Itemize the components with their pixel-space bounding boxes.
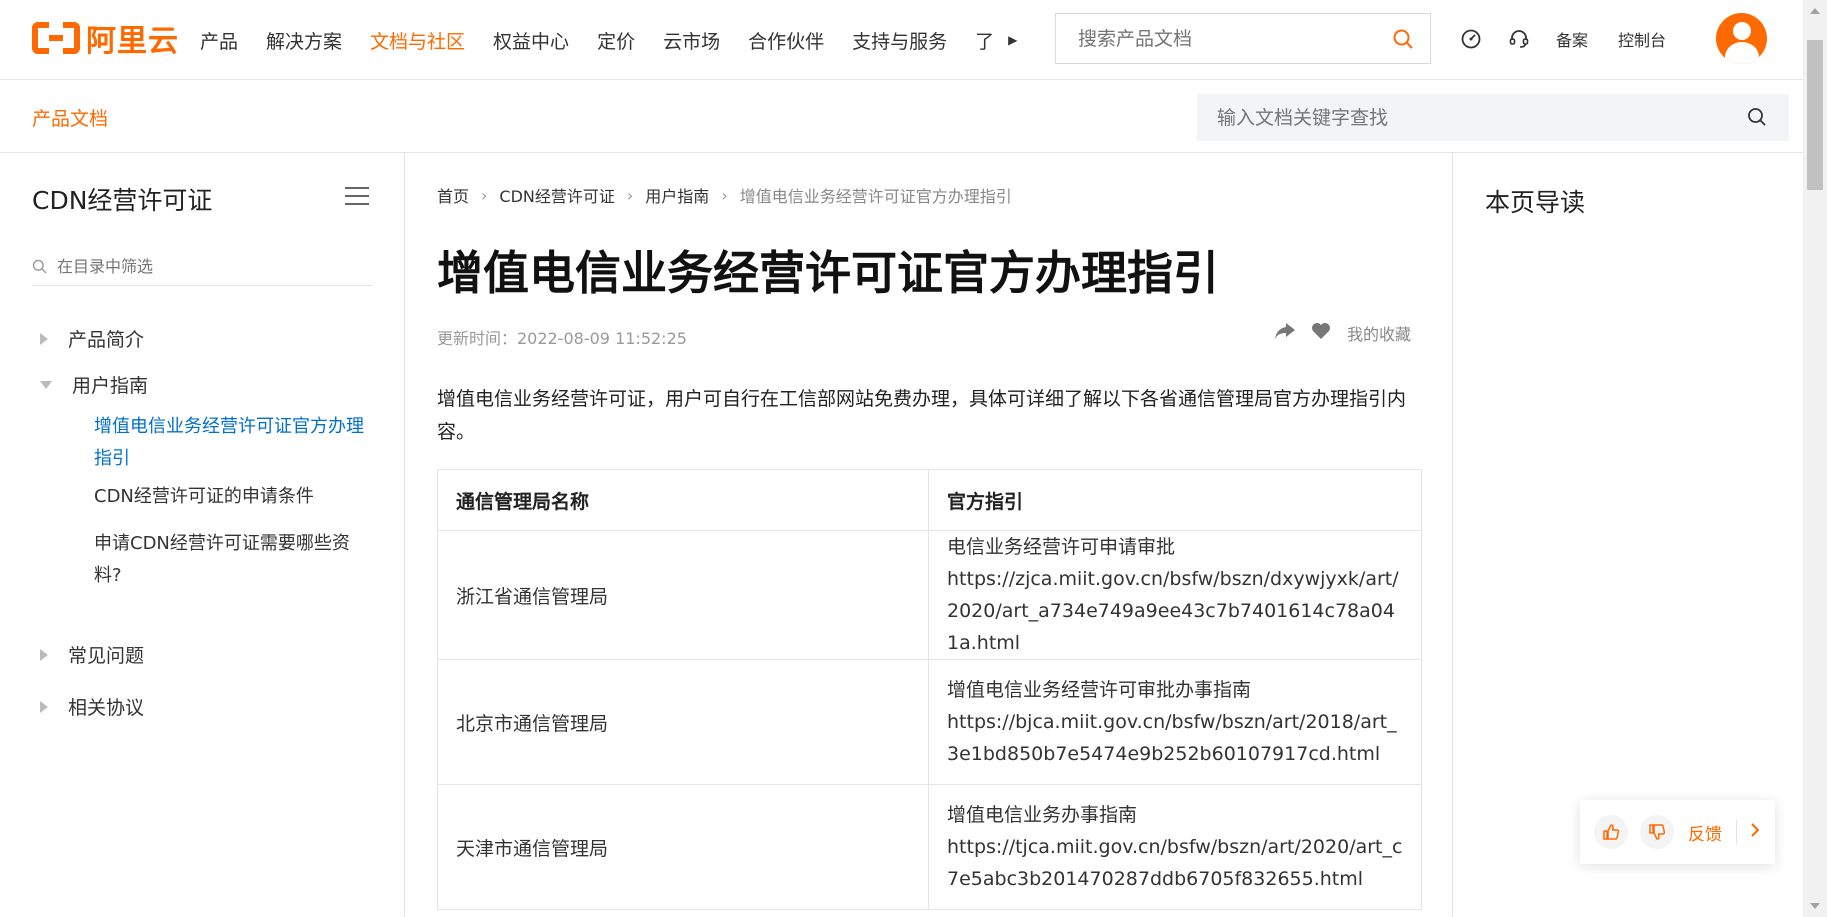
sidebar-subitem-official-guide[interactable]: 增值电信业务经营许可证官方办理指引 (94, 411, 364, 475)
sidebar-item-label: 用户指南 (72, 375, 149, 397)
breadcrumb-cdn-license[interactable]: CDN经营许可证 (499, 183, 614, 207)
feedback-button[interactable]: 反馈 (1688, 820, 1722, 845)
expand-arrow-icon (40, 700, 48, 713)
doc-main: 首页 › CDN经营许可证 › 用户指南 › 增值电信业务经营许可证官方办理指引… (405, 153, 1453, 917)
top-utilities: 备案 控制台 (1460, 24, 1696, 54)
toc-title: 本页导读 (1485, 188, 1586, 217)
chevron-right-icon: › (626, 185, 634, 205)
table-row: 浙江省通信管理局 电信业务经营许可申请审批 https://zjca.miit.… (437, 530, 1422, 660)
page-scrollbar[interactable] (1803, 0, 1827, 917)
breadcrumb-home[interactable]: 首页 (437, 183, 469, 207)
beian-link[interactable]: 备案 (1556, 27, 1588, 51)
bureau-name: 北京市通信管理局 (437, 659, 929, 785)
collapse-arrow-icon (40, 380, 52, 389)
top-search-box (1055, 13, 1431, 64)
customer-service-icon[interactable] (1508, 28, 1530, 50)
table-header-row: 通信管理局名称 官方指引 (437, 469, 1422, 531)
breadcrumb: 首页 › CDN经营许可证 › 用户指南 › 增值电信业务经营许可证官方办理指引 (437, 183, 1012, 207)
my-favorites-link[interactable]: 我的收藏 (1347, 321, 1411, 345)
bureau-name: 天津市通信管理局 (437, 784, 929, 910)
sidebar-item-agreements[interactable]: 相关协议 (40, 693, 144, 720)
nav-item-solutions[interactable]: 解决方案 (266, 27, 342, 54)
updated-time: 更新时间：2022-08-09 11:52:25 (437, 329, 687, 348)
sidebar-item-label: 常见问题 (68, 645, 145, 667)
scroll-down-arrow-icon[interactable] (1810, 903, 1820, 909)
intro-paragraph: 增值电信业务经营许可证，用户可自行在工信部网站免费办理，具体可详细了解以下各省通… (437, 388, 1407, 443)
heart-icon[interactable] (1311, 322, 1331, 344)
aliyun-logo[interactable]: 阿里云 (32, 18, 179, 59)
scrollbar-thumb[interactable] (1807, 40, 1823, 190)
sidebar-item-product-intro[interactable]: 产品简介 (40, 325, 144, 352)
guide-url[interactable]: https://bjca.miit.gov.cn/bsfw/bszn/art/2… (947, 706, 1403, 770)
search-icon[interactable] (1392, 28, 1414, 50)
guide-title: 电信业务经营许可申请审批 (947, 536, 1176, 558)
guide-title: 增值电信业务办事指南 (947, 804, 1138, 826)
nav-item-support[interactable]: 支持与服务 (852, 27, 947, 54)
nav-item-marketplace[interactable]: 云市场 (663, 27, 720, 54)
table-row: 天津市通信管理局 增值电信业务办事指南 https://tjca.miit.go… (437, 784, 1422, 910)
sidebar-filter (32, 248, 372, 286)
product-docs-link[interactable]: 产品文档 (32, 104, 108, 131)
share-icon[interactable] (1273, 321, 1297, 345)
divider (1736, 820, 1737, 844)
user-avatar[interactable] (1716, 13, 1767, 64)
feedback-widget: 反馈 (1580, 800, 1775, 864)
console-link[interactable]: 控制台 (1618, 27, 1666, 51)
sidebar-filter-input[interactable] (57, 257, 357, 276)
sidebar-item-label: 产品简介 (68, 329, 145, 351)
thumbs-down-icon[interactable] (1640, 815, 1674, 849)
guide-title: 增值电信业务经营许可审批办事指南 (947, 679, 1252, 701)
nav-more-arrow-icon[interactable]: ▶ (1008, 33, 1017, 47)
guide-cell: 电信业务经营许可申请审批 https://zjca.miit.gov.cn/bs… (928, 530, 1422, 660)
nav-item-pricing[interactable]: 定价 (597, 27, 635, 54)
bureau-table: 通信管理局名称 官方指引 浙江省通信管理局 电信业务经营许可申请审批 https… (437, 469, 1422, 910)
nav-item-partners[interactable]: 合作伙伴 (748, 27, 824, 54)
nav-menu: 产品 解决方案 文档与社区 权益中心 定价 云市场 合作伙伴 支持与服务 了 ▶ (200, 0, 1017, 80)
nav-item-products[interactable]: 产品 (200, 27, 238, 54)
page-title: 增值电信业务经营许可证官方办理指引 (437, 246, 1219, 300)
doc-search-box (1197, 94, 1789, 141)
search-icon[interactable] (1747, 107, 1767, 127)
expand-arrow-icon (40, 648, 48, 661)
dashboard-icon[interactable] (1460, 28, 1482, 50)
chevron-right-icon[interactable] (1749, 822, 1761, 842)
thumbs-up-icon[interactable] (1594, 815, 1628, 849)
sidebar-title: CDN经营许可证 (32, 186, 213, 215)
page: 阿里云 产品 解决方案 文档与社区 权益中心 定价 云市场 合作伙伴 支持与服务… (0, 0, 1827, 917)
nav-item-docs-community[interactable]: 文档与社区 (370, 27, 465, 54)
chevron-right-icon: › (721, 185, 728, 205)
expand-arrow-icon (40, 332, 48, 345)
top-nav: 阿里云 产品 解决方案 文档与社区 权益中心 定价 云市场 合作伙伴 支持与服务… (0, 0, 1803, 80)
nav-item-benefits[interactable]: 权益中心 (493, 27, 569, 54)
sidebar-item-faq[interactable]: 常见问题 (40, 641, 144, 668)
column-header-guide: 官方指引 (928, 469, 1422, 531)
breadcrumb-current: 增值电信业务经营许可证官方办理指引 (739, 187, 1012, 206)
breadcrumb-user-guide[interactable]: 用户指南 (645, 183, 709, 207)
guide-cell: 增值电信业务经营许可审批办事指南 https://bjca.miit.gov.c… (928, 659, 1422, 785)
sub-header: 产品文档 (0, 80, 1803, 153)
guide-url[interactable]: https://zjca.miit.gov.cn/bsfw/bszn/dxywj… (947, 563, 1403, 659)
doc-sidebar: CDN经营许可证 产品简介 用户指南 增值电信业务经营许可证官方办理指引 CDN… (0, 153, 405, 917)
sidebar-item-user-guide[interactable]: 用户指南 (40, 371, 148, 398)
bureau-name: 浙江省通信管理局 (437, 530, 929, 660)
sidebar-subitem-materials[interactable]: 申请CDN经营许可证需要哪些资料? (94, 528, 364, 592)
top-search-input[interactable] (1078, 27, 1378, 50)
logo-text: 阿里云 (86, 24, 179, 59)
table-row: 北京市通信管理局 增值电信业务经营许可审批办事指南 https://bjca.m… (437, 659, 1422, 785)
column-header-bureau: 通信管理局名称 (437, 469, 929, 531)
guide-cell: 增值电信业务办事指南 https://tjca.miit.gov.cn/bsfw… (928, 784, 1422, 910)
search-icon (32, 259, 47, 274)
scroll-up-arrow-icon[interactable] (1810, 8, 1820, 14)
nav-item-about[interactable]: 了 (975, 27, 994, 54)
doc-search-input[interactable] (1217, 106, 1717, 129)
menu-icon[interactable] (345, 187, 369, 207)
guide-url[interactable]: https://tjca.miit.gov.cn/bsfw/bszn/art/2… (947, 831, 1403, 895)
aliyun-logo-icon (32, 22, 80, 54)
article-actions: 我的收藏 (1273, 321, 1411, 345)
chevron-right-icon: › (481, 185, 488, 205)
sidebar-item-label: 相关协议 (68, 697, 145, 719)
sidebar-subitem-conditions[interactable]: CDN经营许可证的申请条件 (94, 481, 364, 513)
